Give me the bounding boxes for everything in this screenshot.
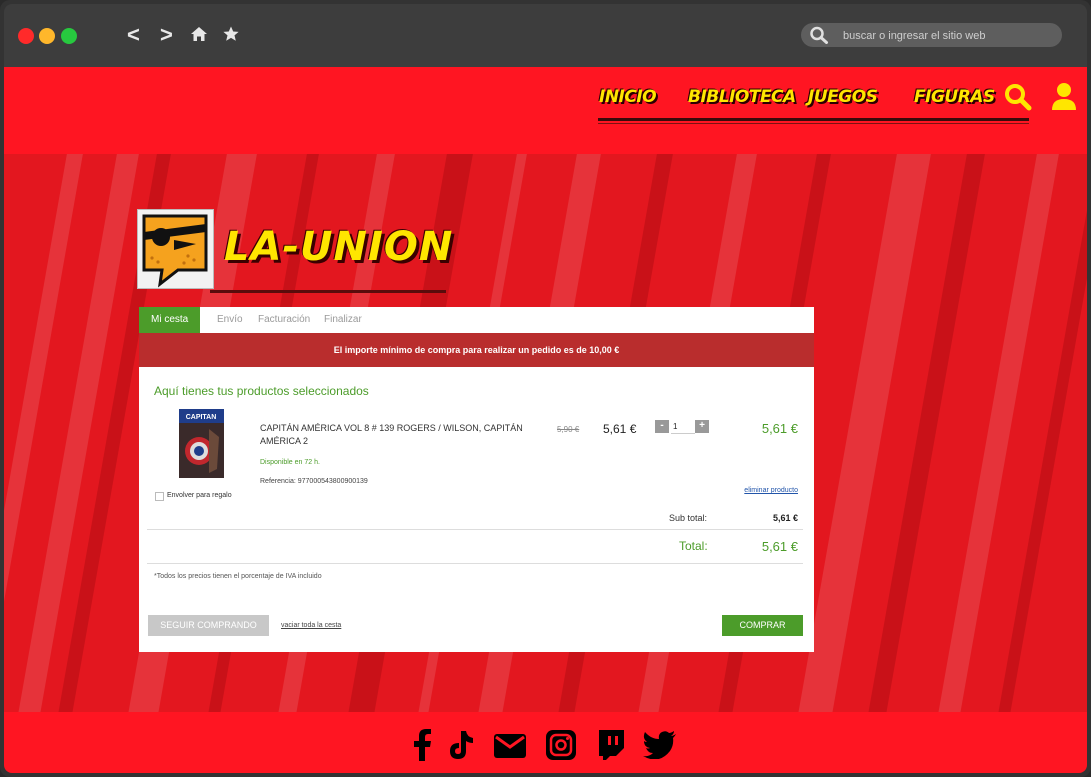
tiktok-icon[interactable] [446,729,476,766]
availability-status: Disponible en 72 h. [260,459,320,466]
step-mi-cesta[interactable]: Mi cesta [139,307,201,333]
divider [147,529,803,530]
nav-juegos[interactable]: JUEGOS [808,87,878,107]
original-price: 5,90 € [557,425,580,434]
quantity-decrease-button[interactable]: - [655,420,669,433]
subtotal-label: Sub total: [669,513,708,523]
total-label: Total: [679,539,708,553]
search-icon [809,26,829,49]
nav-inicio[interactable]: INICIO [599,87,657,107]
buy-button[interactable]: COMPRAR [722,615,803,636]
step-finalizar[interactable]: Finalizar [324,307,362,333]
continue-shopping-button[interactable]: SEGUIR COMPRANDO [148,615,269,636]
cart-panel: Mi cesta Envío Facturación Finalizar El … [139,307,814,652]
divider [147,563,803,564]
minimum-order-notice: El importe mínimo de compra para realiza… [139,333,814,367]
twitter-icon[interactable] [643,731,677,764]
gift-wrap-checkbox[interactable] [155,492,164,501]
step-facturacion[interactable]: Facturación [258,307,310,333]
section-title: Aquí tienes tus productos seleccionados [154,384,369,398]
bookmark-star-icon[interactable] [222,23,240,49]
nav-biblioteca[interactable]: BIBLIOTECA [688,87,796,107]
browser-window: < > INICIO BIBLIOTECA JUEGOS FIGURAS [0,0,1091,777]
facebook-icon[interactable] [412,729,432,766]
back-button[interactable]: < [127,22,140,48]
brand-wordmark: LA-UNION [224,224,454,270]
unit-price: 5,61 € [603,422,637,436]
step-envio[interactable]: Envío [217,307,243,333]
home-icon[interactable] [190,23,208,49]
empty-cart-link[interactable]: vaciar toda la cesta [281,622,341,629]
instagram-icon[interactable] [545,729,577,766]
url-input[interactable] [841,26,1055,46]
hero-background: LA-UNION Mi cesta Envío Facturación Fina… [4,154,1087,712]
quantity-input[interactable]: 1 [671,420,695,434]
checkout-steps: Mi cesta Envío Facturación Finalizar [139,307,814,333]
site-header: INICIO BIBLIOTECA JUEGOS FIGURAS [4,67,1087,154]
site-footer [4,712,1087,773]
user-account-icon[interactable] [1051,81,1077,116]
brand-underline [210,290,446,293]
line-total: 5,61 € [761,421,798,436]
product-cover-image[interactable]: CAPITAN [179,409,224,478]
nav-figuras[interactable]: FIGURAS [914,87,995,107]
forward-button[interactable]: > [160,22,173,48]
twitch-icon[interactable] [596,729,626,766]
close-window-button[interactable] [18,28,34,44]
minimize-window-button[interactable] [39,28,55,44]
nav-underline [598,118,1029,121]
gift-wrap-label: Envolver para regalo [167,492,232,499]
total-value: 5,61 € [761,539,798,554]
email-icon[interactable] [493,733,527,764]
site-logo[interactable] [137,209,214,289]
subtotal-value: 5,61 € [772,513,798,523]
browser-toolbar: < > [4,4,1087,67]
quantity-increase-button[interactable]: + [695,420,709,433]
site-search-icon[interactable] [1003,83,1033,116]
product-reference: Referencia: 977000543800900139 [260,478,368,485]
address-bar[interactable] [801,23,1062,47]
nav-underline-thin [598,123,1029,124]
maximize-window-button[interactable] [61,28,77,44]
remove-product-link[interactable]: eliminar producto [744,487,798,494]
product-title[interactable]: CAPITÁN AMÉRICA VOL 8 # 139 ROGERS / WIL… [260,422,530,448]
svg-text:CAPITAN: CAPITAN [186,414,217,421]
vat-note: *Todos los precios tienen el porcentaje … [154,573,322,580]
